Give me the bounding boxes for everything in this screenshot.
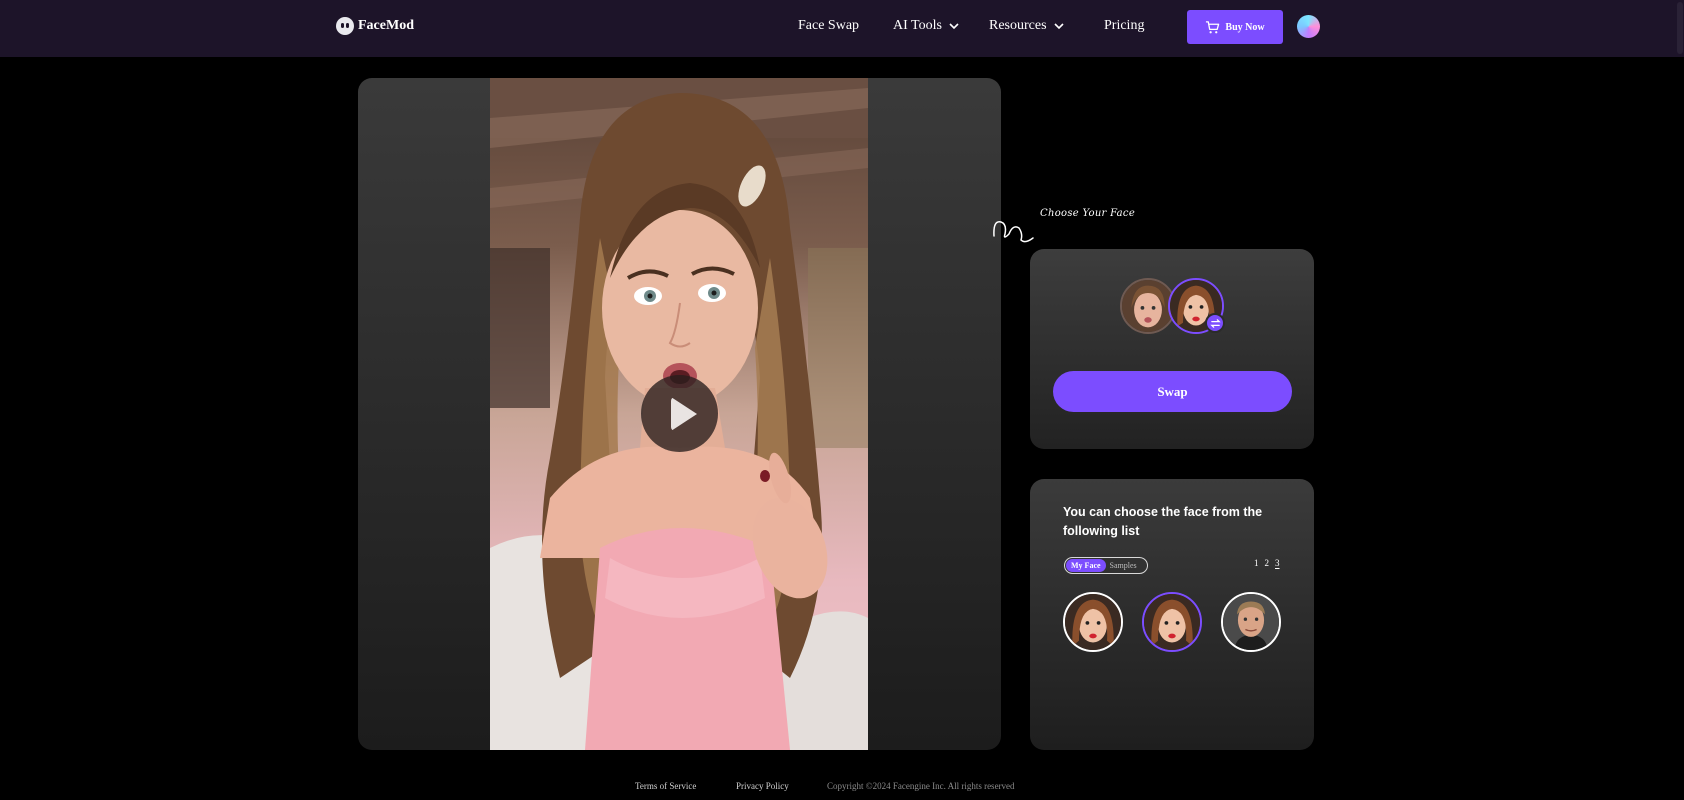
nav-ai-tools-label: AI Tools bbox=[893, 18, 942, 33]
source-face-image bbox=[1122, 280, 1174, 332]
face-option-image bbox=[1065, 594, 1121, 650]
nav-resources[interactable]: Resources bbox=[989, 18, 1065, 34]
footer-copyright: Copyright ©2024 Facengine Inc. All right… bbox=[827, 781, 1015, 791]
tab-samples[interactable]: Samples bbox=[1106, 559, 1141, 572]
page-1[interactable]: 1 bbox=[1254, 558, 1259, 568]
chevron-down-icon bbox=[1053, 23, 1064, 30]
tab-my-face[interactable]: My Face bbox=[1066, 559, 1106, 572]
ghost-logo-icon bbox=[336, 17, 354, 35]
footer-terms-link[interactable]: Terms of Service bbox=[635, 781, 696, 791]
face-option-image bbox=[1223, 594, 1279, 650]
face-list-pager: 1 2 3 bbox=[1254, 558, 1280, 568]
curly-arrow-icon bbox=[993, 221, 1034, 243]
face-option[interactable] bbox=[1063, 592, 1123, 652]
face-list-title: You can choose the face from the followi… bbox=[1063, 505, 1263, 538]
nav-ai-tools[interactable]: AI Tools bbox=[893, 18, 960, 34]
nav-face-swap[interactable]: Face Swap bbox=[798, 18, 859, 34]
nav-pricing-label: Pricing bbox=[1104, 18, 1145, 33]
swap-arrows-glyph bbox=[1209, 318, 1221, 328]
play-button[interactable] bbox=[641, 375, 718, 452]
top-header: FaceMod Face Swap AI Tools Resources Pri… bbox=[0, 0, 1684, 57]
face-option-selected[interactable] bbox=[1142, 592, 1202, 652]
nav-face-swap-label: Face Swap bbox=[798, 18, 860, 33]
swap-arrows-icon bbox=[1205, 313, 1225, 333]
swap-button[interactable]: Swap bbox=[1053, 371, 1292, 412]
buy-now-button[interactable]: Buy Now bbox=[1187, 10, 1283, 44]
nav-resources-label: Resources bbox=[989, 18, 1047, 33]
buy-now-label: Buy Now bbox=[1225, 21, 1265, 33]
logo-text: FaceMod bbox=[358, 18, 414, 33]
scrollbar-thumb[interactable] bbox=[1677, 2, 1683, 54]
user-avatar[interactable] bbox=[1297, 15, 1320, 38]
choose-your-face-label: Choose Your Face bbox=[1040, 208, 1136, 219]
face-option-image bbox=[1144, 594, 1200, 650]
facemod-logo[interactable]: FaceMod bbox=[336, 17, 414, 35]
page-3[interactable]: 3 bbox=[1275, 558, 1280, 568]
cart-icon bbox=[1206, 20, 1220, 33]
face-source-toggle: My Face Samples bbox=[1064, 557, 1148, 574]
face-option[interactable] bbox=[1221, 592, 1281, 652]
page-2[interactable]: 2 bbox=[1265, 558, 1270, 568]
nav-pricing[interactable]: Pricing bbox=[1104, 18, 1144, 34]
footer-privacy-link[interactable]: Privacy Policy bbox=[736, 781, 789, 791]
chevron-down-icon bbox=[949, 23, 959, 30]
